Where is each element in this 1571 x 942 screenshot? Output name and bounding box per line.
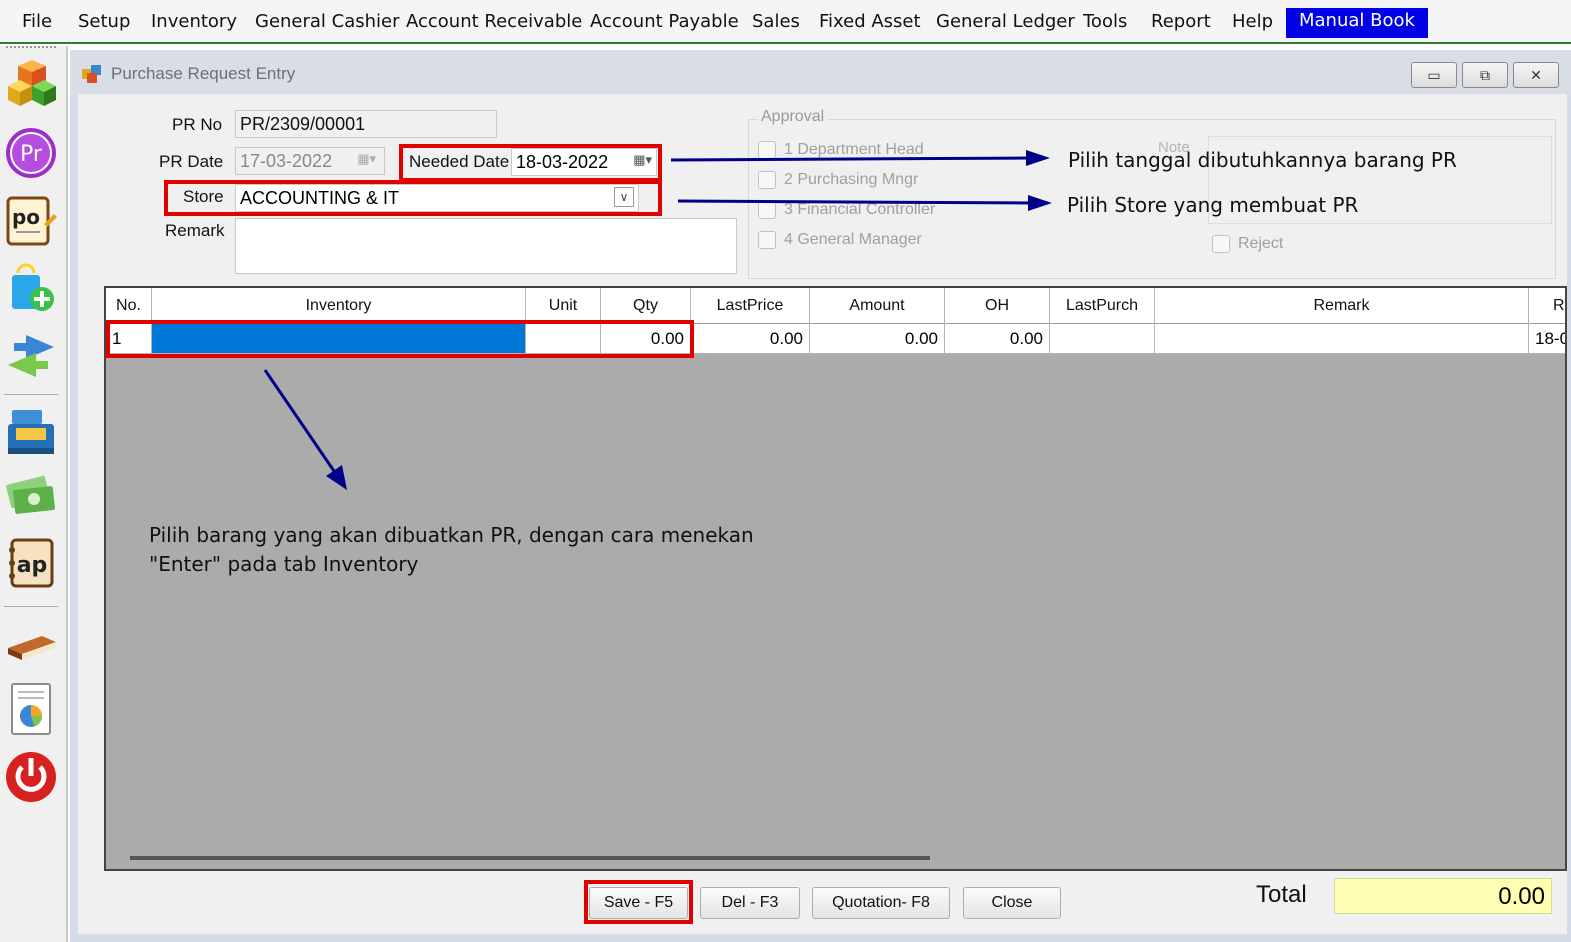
store-select[interactable]: ACCOUNTING & IT ∨: [235, 184, 639, 212]
purchase-request-window: Purchase Request Entry ▭ ⧉ ✕ PR No PR/23…: [70, 50, 1571, 942]
menu-tools[interactable]: Tools: [1083, 9, 1127, 39]
approval-department-head: 1 Department Head: [758, 141, 924, 165]
inventory-cubes-icon[interactable]: [4, 58, 58, 112]
column-header-no[interactable]: No.: [106, 288, 152, 324]
svg-text:ap: ap: [17, 553, 48, 578]
save-button[interactable]: Save - F5: [589, 887, 688, 919]
reject-checkbox: Reject: [1212, 235, 1283, 259]
grid-header: No. Inventory Unit Qty LastPrice Amount …: [106, 288, 1565, 324]
remark-input[interactable]: [235, 218, 737, 274]
checkbox: [758, 201, 776, 219]
cash-register-icon[interactable]: [4, 404, 58, 458]
cell-r[interactable]: 18-0: [1529, 324, 1565, 354]
menu-report[interactable]: Report: [1151, 9, 1211, 39]
menu-account-receivable[interactable]: Account Receivable: [406, 9, 582, 39]
cell-lastprice[interactable]: 0.00: [691, 324, 810, 354]
delete-button[interactable]: Del - F3: [700, 887, 800, 919]
total-label: Total: [1256, 881, 1307, 908]
window-app-icon: [82, 65, 101, 83]
ap-icon[interactable]: ap: [4, 536, 58, 590]
needed-date-label: Needed Date: [409, 152, 510, 171]
column-header-amount[interactable]: Amount: [810, 288, 945, 324]
menu-general-ledger[interactable]: General Ledger: [936, 9, 1075, 39]
close-button[interactable]: Close: [963, 887, 1061, 919]
inventory-annotation-line1: Pilih barang yang akan dibuatkan PR, den…: [149, 523, 754, 547]
checkbox: [758, 171, 776, 189]
report-chart-icon[interactable]: [4, 682, 58, 736]
column-header-r[interactable]: R: [1529, 288, 1565, 324]
svg-text:Pr: Pr: [20, 142, 43, 167]
remark-label: Remark: [165, 221, 225, 240]
pr-date-label: PR Date: [159, 152, 224, 171]
cell-amount[interactable]: 0.00: [810, 324, 945, 354]
column-header-lastpurch[interactable]: LastPurch: [1050, 288, 1155, 324]
pr-icon[interactable]: Pr: [4, 126, 58, 180]
toolbar-separator: [4, 606, 58, 607]
approval-purchasing-mngr: 2 Purchasing Mngr: [758, 171, 918, 195]
book-icon[interactable]: [4, 614, 58, 668]
store-annotation: Pilih Store yang membuat PR: [1067, 193, 1359, 217]
toolbar-separator: [4, 394, 58, 395]
menu-setup[interactable]: Setup: [78, 9, 130, 39]
needed-date-field[interactable]: 18-03-2022 ▦▾: [511, 148, 657, 176]
total-value: 0.00: [1334, 878, 1552, 914]
column-header-lastprice[interactable]: LastPrice: [691, 288, 810, 324]
column-header-remark[interactable]: Remark: [1155, 288, 1529, 324]
menu-account-payable[interactable]: Account Payable: [590, 9, 739, 39]
menu-bar: File Setup Inventory General Cashier Acc…: [0, 0, 1571, 44]
chevron-down-icon[interactable]: ∨: [614, 187, 634, 207]
column-header-unit[interactable]: Unit: [526, 288, 601, 324]
horizontal-scrollbar[interactable]: [130, 856, 930, 860]
calendar-dropdown-icon: ▦▾: [357, 151, 376, 166]
pr-no-label: PR No: [172, 115, 223, 134]
cell-oh[interactable]: 0.00: [945, 324, 1050, 354]
cell-lastpurch[interactable]: [1050, 324, 1155, 354]
menu-help[interactable]: Help: [1232, 9, 1273, 39]
checkbox: [758, 141, 776, 159]
cell-remark[interactable]: [1155, 324, 1529, 354]
po-icon[interactable]: po: [4, 194, 58, 248]
approval-financial-controller: 3 Financial Controller: [758, 201, 935, 225]
approval-general-manager: 4 General Manager: [758, 231, 922, 255]
menu-fixed-asset[interactable]: Fixed Asset: [819, 9, 921, 39]
menu-file[interactable]: File: [22, 9, 52, 39]
checkbox: [1212, 235, 1230, 253]
column-header-oh[interactable]: OH: [945, 288, 1050, 324]
svg-text:po: po: [12, 205, 40, 229]
needed-date-annotation: Pilih tanggal dibutuhkannya barang PR: [1068, 148, 1457, 172]
store-label: Store: [183, 187, 224, 206]
inventory-row-highlight: [106, 320, 694, 358]
menu-inventory[interactable]: Inventory: [151, 9, 237, 39]
pr-date-field: 17-03-2022 ▦▾: [235, 147, 385, 175]
close-window-button[interactable]: ✕: [1513, 62, 1559, 88]
restore-button[interactable]: ⧉: [1462, 62, 1508, 88]
window-titlebar: Purchase Request Entry ▭ ⧉ ✕: [70, 50, 1571, 94]
column-header-inventory[interactable]: Inventory: [152, 288, 526, 324]
transfer-arrows-icon[interactable]: [4, 329, 58, 383]
minimize-button[interactable]: ▭: [1411, 62, 1457, 88]
form-client-area: PR No PR/2309/00001 PR Date 17-03-2022 ▦…: [78, 94, 1567, 934]
window-title: Purchase Request Entry: [111, 64, 296, 83]
menu-sales[interactable]: Sales: [752, 9, 800, 39]
toolbar-grip: [6, 46, 56, 48]
left-toolbar: Pr po ap: [0, 46, 68, 942]
column-header-qty[interactable]: Qty: [601, 288, 691, 324]
menu-manual-book[interactable]: Manual Book: [1286, 8, 1428, 38]
pr-no-field: PR/2309/00001: [235, 110, 497, 138]
menu-general-cashier[interactable]: General Cashier: [255, 9, 400, 39]
calendar-dropdown-icon[interactable]: ▦▾: [633, 152, 652, 168]
items-grid: No. Inventory Unit Qty LastPrice Amount …: [104, 286, 1567, 871]
shopping-bag-add-icon[interactable]: [4, 261, 58, 315]
checkbox: [758, 231, 776, 249]
approval-legend: Approval: [758, 108, 828, 126]
money-icon[interactable]: [4, 468, 58, 522]
quotation-button[interactable]: Quotation- F8: [812, 887, 950, 919]
power-icon[interactable]: [4, 750, 58, 804]
inventory-annotation-line2: "Enter" pada tab Inventory: [149, 552, 419, 576]
